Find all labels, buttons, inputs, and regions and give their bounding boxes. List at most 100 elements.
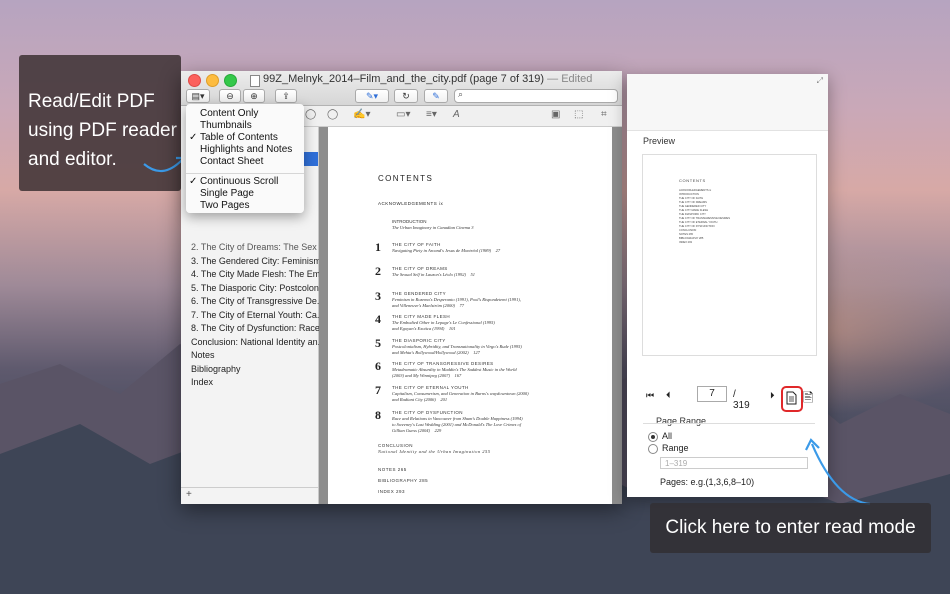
conclusion-subtitle: National Identity and the Urban Imaginat… bbox=[378, 449, 491, 454]
markup-toolbar-button[interactable]: ✎ bbox=[424, 89, 448, 103]
range-radio[interactable] bbox=[648, 444, 658, 454]
view-menu-button[interactable]: ▤▾ bbox=[186, 89, 210, 103]
chapter-title: THE CITY OF TRANSGRESSIVE DESIRES bbox=[392, 361, 494, 366]
chapter-subtitle: Postcolonialism, Hybridity, and Transnat… bbox=[392, 344, 522, 355]
share-button[interactable]: ⇪ bbox=[275, 89, 297, 103]
divider bbox=[643, 423, 815, 424]
toc-list: 2. The City of Dreams: The Sex 3. The Ge… bbox=[191, 241, 328, 390]
arrow-icon bbox=[805, 438, 871, 506]
toc-item[interactable]: 6. The City of Transgressive De... bbox=[191, 295, 328, 309]
line-style-icon[interactable]: ≡▾ bbox=[426, 109, 437, 120]
close-window-button[interactable] bbox=[188, 74, 201, 87]
panel-header: ⤢ bbox=[627, 74, 828, 131]
pdf-file-icon bbox=[250, 75, 260, 87]
sign-icon[interactable]: ✍▾ bbox=[353, 109, 370, 120]
zoom-out-button[interactable]: ⊖ bbox=[219, 89, 241, 103]
previous-page-icon[interactable]: ⏴ bbox=[666, 390, 671, 401]
shapes-icon[interactable]: ◯ bbox=[327, 109, 338, 120]
preview-heading: CONTENTS bbox=[679, 178, 706, 183]
toc-item[interactable]: 5. The Diasporic City: Postcolon... bbox=[191, 282, 328, 296]
toc-item[interactable]: Bibliography bbox=[191, 363, 328, 377]
text-box-icon[interactable]: ▣ bbox=[551, 109, 560, 120]
toc-item[interactable]: 2. The City of Dreams: The Sex bbox=[191, 241, 328, 255]
zoom-window-button[interactable] bbox=[224, 74, 237, 87]
view-dropdown-menu: Content Only Thumbnails ✓ Table of Conte… bbox=[186, 104, 304, 213]
toc-item[interactable]: 4. The City Made Flesh: The Em... bbox=[191, 268, 328, 282]
next-page-icon[interactable]: ⏵ bbox=[770, 390, 775, 401]
chapter-number: 2 bbox=[375, 264, 381, 278]
markup-toolbar: ◯ ◯ ✍▾ ▭▾ ≡▾ A ▣ ⬚ ⌗ bbox=[301, 106, 622, 127]
all-pages-label: All bbox=[662, 431, 673, 441]
first-page-icon[interactable]: ⏮ bbox=[646, 390, 654, 401]
chapter-number: 7 bbox=[375, 383, 381, 397]
select-icon[interactable]: ⬚ bbox=[574, 109, 583, 120]
window-title: 99Z_Melnyk_2014–Film_and_the_city.pdf (p… bbox=[263, 73, 592, 85]
chapter-number: 1 bbox=[375, 240, 381, 254]
menu-item-table-of-contents[interactable]: Table of Contents bbox=[200, 132, 278, 143]
chapter-subtitle: Capitalism, Consumerism, and Generation … bbox=[392, 391, 529, 402]
document-icon bbox=[786, 391, 797, 405]
read-mode-button[interactable] bbox=[781, 386, 803, 412]
border-color-icon[interactable]: ▭▾ bbox=[396, 109, 410, 120]
intro-subtitle: The Urban Imaginary in Canadian Cinema 3 bbox=[392, 225, 474, 230]
checkmark-icon: ✓ bbox=[189, 132, 198, 143]
chapter-number: 5 bbox=[375, 336, 381, 350]
preview-thumbnail: CONTENTS ACKNOWLEDGEMENTS ix INTRODUCTIO… bbox=[679, 179, 789, 245]
chapter-title: THE CITY OF FAITH bbox=[392, 242, 441, 247]
font-icon[interactable]: A bbox=[453, 109, 460, 120]
crop-icon[interactable]: ⌗ bbox=[601, 109, 607, 120]
page-range-title: Page Range bbox=[656, 416, 707, 426]
menu-item-thumbnails[interactable]: Thumbnails bbox=[200, 120, 252, 131]
menu-separator bbox=[186, 173, 304, 174]
chapter-title: THE CITY OF DREAMS bbox=[392, 266, 448, 271]
caption-read-mode: Click here to enter read mode bbox=[650, 503, 931, 553]
menu-item-two-pages[interactable]: Two Pages bbox=[200, 200, 249, 211]
chapter-title: THE GENDERED CITY bbox=[392, 291, 447, 296]
document-view[interactable]: CONTENTS ACKNOWLEDGEMENTS ix INTRODUCTIO… bbox=[319, 127, 622, 504]
toc-item[interactable]: 7. The City of Eternal Youth: Ca... bbox=[191, 309, 328, 323]
zoom-in-button[interactable]: ⊕ bbox=[243, 89, 265, 103]
menu-item-continuous-scroll[interactable]: Continuous Scroll bbox=[200, 176, 278, 187]
menu-item-contact-sheet[interactable]: Contact Sheet bbox=[200, 156, 263, 167]
menu-item-content-only[interactable]: Content Only bbox=[200, 108, 258, 119]
menu-item-single-page[interactable]: Single Page bbox=[200, 188, 254, 199]
highlight-tool-button[interactable]: ✎▾ bbox=[355, 89, 389, 103]
toc-item[interactable]: Notes bbox=[191, 349, 328, 363]
chapter-number: 8 bbox=[375, 408, 381, 422]
preview-label: Preview bbox=[643, 136, 676, 146]
chapter-number: 4 bbox=[375, 312, 381, 326]
menu-item-highlights-notes[interactable]: Highlights and Notes bbox=[200, 144, 292, 155]
sidebar-footer: + bbox=[181, 487, 318, 504]
title-bar: 99Z_Melnyk_2014–Film_and_the_city.pdf (p… bbox=[181, 71, 622, 106]
chapter-number: 3 bbox=[375, 289, 381, 303]
conclusion-title: CONCLUSION bbox=[378, 443, 414, 448]
rotate-button[interactable]: ↻ bbox=[394, 89, 418, 103]
toc-item[interactable]: 8. The City of Dysfunction: Race... bbox=[191, 322, 328, 336]
edit-mode-icon[interactable]: 🖹 bbox=[803, 389, 813, 411]
all-pages-radio[interactable] bbox=[648, 432, 658, 442]
chapter-subtitle: Navigating Piety in Arcand's Jesus de Mo… bbox=[392, 248, 501, 253]
document-name: 99Z_Melnyk_2014–Film_and_the_city.pdf (p… bbox=[263, 73, 545, 85]
toc-item[interactable]: 3. The Gendered City: Feminism... bbox=[191, 255, 328, 269]
chapter-subtitle: The Sexual Self in Lauzon's Léolo (1992)… bbox=[392, 272, 475, 277]
page-range-input[interactable]: 1–319 bbox=[660, 457, 808, 469]
toc-acknowledgements: ACKNOWLEDGEMENTS ix bbox=[378, 201, 444, 206]
chapter-subtitle: Metadramatic Absurdity in Maddin's The S… bbox=[392, 367, 517, 378]
search-icon: ⌕ bbox=[458, 89, 464, 99]
export-panel: ⤢ Preview CONTENTS ACKNOWLEDGEMENTS ix I… bbox=[627, 74, 828, 497]
chapter-number: 6 bbox=[375, 359, 381, 373]
note-icon[interactable]: ◯ bbox=[305, 109, 316, 120]
resize-icon[interactable]: ⤢ bbox=[817, 76, 823, 86]
minimize-window-button[interactable] bbox=[206, 74, 219, 87]
toc-item[interactable]: Conclusion: National Identity an... bbox=[191, 336, 328, 350]
toc-bibliography: BIBLIOGRAPHY 285 bbox=[378, 478, 429, 483]
add-bookmark-button[interactable]: + bbox=[186, 489, 192, 500]
chapter-title: THE CITY MADE FLESH bbox=[392, 314, 451, 319]
range-label: Range bbox=[662, 443, 689, 453]
toc-item[interactable]: Index bbox=[191, 376, 328, 390]
search-input[interactable]: ⌕ bbox=[454, 89, 618, 103]
chapter-subtitle: Race and Relations in Vancouver from Shu… bbox=[392, 416, 523, 433]
page-number-input[interactable]: 7 bbox=[697, 386, 727, 402]
toc-index: INDEX 293 bbox=[378, 489, 406, 494]
checkmark-icon: ✓ bbox=[189, 176, 198, 187]
